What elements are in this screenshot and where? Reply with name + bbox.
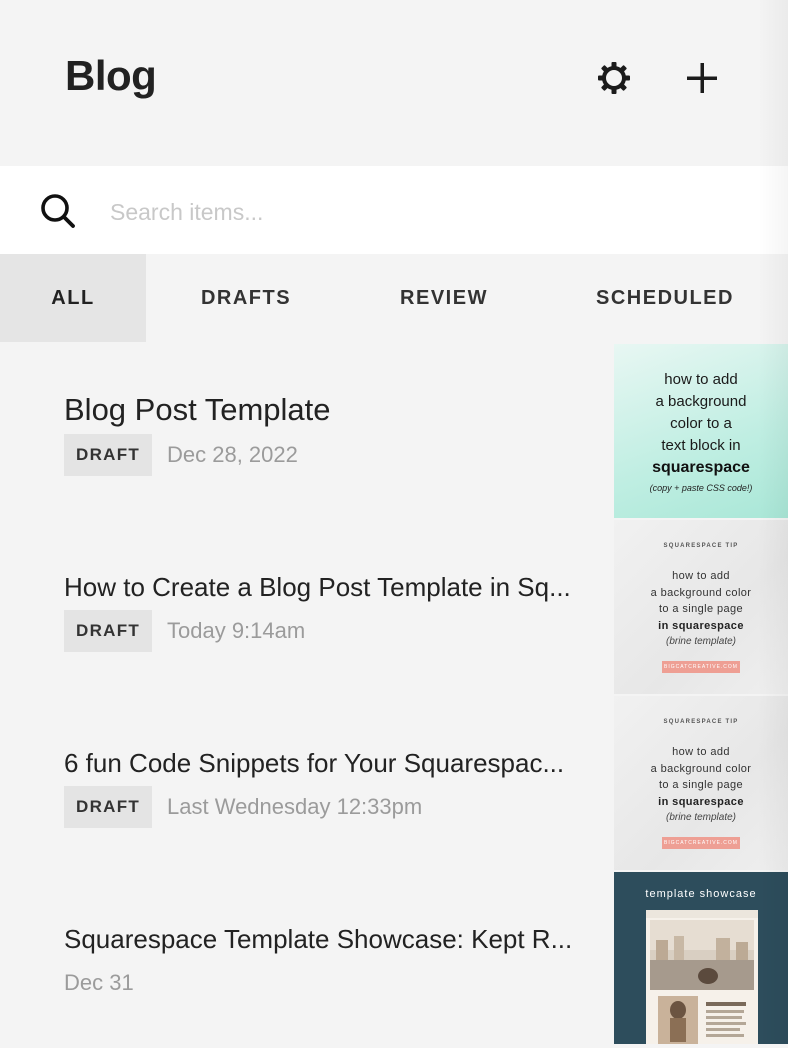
thumb-text-line: a background color	[650, 762, 752, 775]
thumb-text-line: how to add	[672, 746, 730, 758]
post-list-item[interactable]: How to Create a Blog Post Template in Sq…	[0, 520, 614, 696]
search-bar	[0, 166, 788, 254]
search-icon[interactable]	[38, 191, 78, 231]
gear-icon	[598, 62, 630, 94]
post-title: 6 fun Code Snippets for Your Squarespac.…	[64, 748, 565, 778]
thumb-text-line: to a single page	[658, 779, 744, 791]
post-thumbnail[interactable]: how to add a background color to a text …	[614, 344, 788, 518]
post-list-item[interactable]: Squarespace Template Showcase: Kept R...…	[0, 872, 614, 1048]
post-thumbnail[interactable]: SQUARESPACE TIP how to add a background …	[614, 696, 788, 870]
add-post-button[interactable]	[680, 56, 724, 100]
thumb-button: BIGCATCREATIVE.COM	[662, 661, 740, 673]
post-thumbnail[interactable]: template showcase	[614, 872, 788, 1044]
post-list-item[interactable]: Blog Post Template DRAFT Dec 28, 2022	[0, 344, 614, 520]
post-thumbnail[interactable]: SQUARESPACE TIP how to add a background …	[614, 520, 788, 694]
post-date: Dec 31	[64, 970, 134, 995]
post-date: Today 9:14am	[167, 618, 306, 643]
post-date: Last Wednesday 12:33pm	[167, 794, 423, 819]
thumb-text-italic: (brine template)	[665, 812, 737, 823]
thumb-text-bold: in squarespace	[658, 795, 744, 808]
page-title: Blog	[65, 52, 157, 99]
thumb-button: BIGCATCREATIVE.COM	[662, 837, 740, 849]
tab-scheduled[interactable]: SCHEDULED	[542, 254, 788, 342]
thumb-text-bold: squarespace	[652, 459, 750, 476]
thumb-button-label: BIGCATCREATIVE.COM	[664, 664, 738, 670]
thumb-tip-label: SQUARESPACE TIP	[663, 719, 739, 725]
settings-button[interactable]	[592, 56, 636, 100]
plus-icon	[687, 63, 717, 93]
status-badge: DRAFT	[64, 786, 153, 828]
thumb-text-line: how to add	[672, 570, 730, 582]
tab-all[interactable]: ALL	[0, 254, 146, 342]
post-title: How to Create a Blog Post Template in Sq…	[64, 572, 571, 602]
thumb-text-line: a background	[655, 393, 747, 410]
thumb-tip-label: SQUARESPACE TIP	[663, 543, 739, 549]
status-badge: DRAFT	[64, 610, 153, 652]
thumb-text-bold: in squarespace	[658, 619, 744, 632]
filter-tabs: ALL DRAFTS REVIEW SCHEDULED	[0, 254, 788, 342]
thumb-text-line: text block in	[661, 437, 741, 454]
template-preview-image	[646, 910, 758, 1044]
page-header: Blog	[0, 0, 788, 166]
post-title: Squarespace Template Showcase: Kept R...	[64, 924, 573, 954]
thumb-header: template showcase	[645, 888, 757, 900]
tab-drafts[interactable]: DRAFTS	[146, 254, 346, 342]
post-date: Dec 28, 2022	[167, 442, 298, 467]
thumb-text-small: (copy + paste CSS code!)	[649, 483, 753, 493]
status-badge: DRAFT	[64, 434, 153, 476]
tab-review[interactable]: REVIEW	[346, 254, 542, 342]
thumb-text-line: color to a	[670, 415, 732, 432]
post-title: Blog Post Template	[64, 392, 331, 427]
thumb-text-line: to a single page	[658, 603, 744, 615]
thumb-text-line: a background color	[650, 586, 752, 599]
thumb-text-line: how to add	[664, 371, 738, 388]
search-input[interactable]	[108, 194, 712, 230]
thumb-button-label: BIGCATCREATIVE.COM	[664, 840, 738, 846]
post-list-item[interactable]: 6 fun Code Snippets for Your Squarespac.…	[0, 696, 614, 872]
thumb-text-italic: (brine template)	[665, 636, 737, 647]
thumb-screenshot-preview	[646, 910, 758, 1044]
